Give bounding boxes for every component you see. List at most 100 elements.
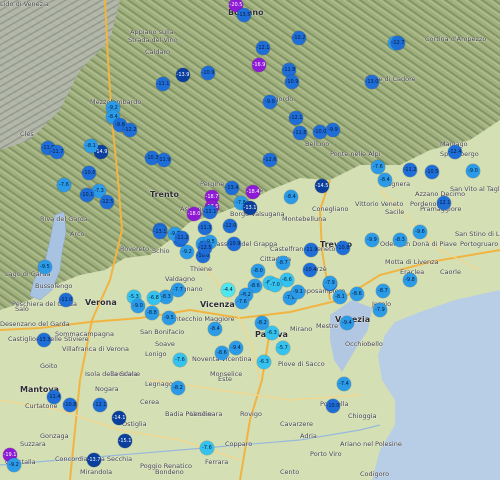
- place-label: Sacile: [385, 208, 405, 216]
- temperature-marker[interactable]: -6.3: [257, 355, 271, 369]
- temperature-marker[interactable]: -12.7: [391, 36, 405, 50]
- temperature-marker[interactable]: -12.5: [198, 241, 212, 255]
- place-label: Occhiobello: [345, 340, 383, 348]
- temperature-marker[interactable]: -10.2: [292, 31, 306, 45]
- temperature-marker[interactable]: -11.9: [157, 153, 171, 167]
- temperature-marker[interactable]: -8.1: [333, 290, 347, 304]
- temperature-marker[interactable]: -4.4: [221, 283, 235, 297]
- temperature-marker[interactable]: -11.7: [50, 145, 64, 159]
- temperature-marker[interactable]: -13.3: [37, 333, 51, 347]
- temperature-marker[interactable]: -8.0: [251, 264, 265, 278]
- temperature-marker[interactable]: -13.1: [153, 225, 167, 239]
- temperature-marker[interactable]: -10.0: [313, 125, 327, 139]
- temperature-marker[interactable]: -11.3: [198, 221, 212, 235]
- temperature-marker[interactable]: -8.3: [159, 290, 173, 304]
- temperature-marker[interactable]: -6.8: [147, 291, 161, 305]
- temperature-marker[interactable]: -9.2: [180, 245, 194, 259]
- temperature-marker[interactable]: -8.6: [350, 287, 364, 301]
- temperature-marker[interactable]: -10.9: [285, 75, 299, 89]
- temperature-marker[interactable]: -8.4: [378, 173, 392, 187]
- temperature-marker[interactable]: -7.6: [371, 160, 385, 174]
- temperature-marker[interactable]: -12.4: [448, 145, 462, 159]
- temperature-marker[interactable]: -8.7: [276, 256, 290, 270]
- temperature-marker[interactable]: -13.4: [225, 181, 239, 195]
- temperature-marker[interactable]: -14.5: [315, 179, 329, 193]
- temperature-marker[interactable]: -7.9: [323, 276, 337, 290]
- temperature-marker[interactable]: -11.2: [403, 163, 417, 177]
- temperature-marker[interactable]: -18.4: [246, 185, 260, 199]
- temperature-marker[interactable]: -7.6: [173, 353, 187, 367]
- temperature-marker[interactable]: -8.6: [215, 346, 229, 360]
- temperature-marker[interactable]: -7.6: [200, 441, 214, 455]
- temperature-marker[interactable]: -9.2: [7, 458, 21, 472]
- temperature-marker[interactable]: -10.5: [425, 165, 439, 179]
- temperature-marker[interactable]: -8.8: [145, 306, 159, 320]
- temperature-marker[interactable]: -9.5: [38, 260, 52, 274]
- temperature-marker[interactable]: -9.9: [263, 95, 277, 109]
- temperature-marker[interactable]: -11.9: [304, 243, 318, 257]
- temperature-marker[interactable]: -9.9: [365, 233, 379, 247]
- temperature-marker[interactable]: -13.9: [176, 68, 190, 82]
- temperature-marker[interactable]: -8.1: [84, 139, 98, 153]
- temperature-marker[interactable]: -13.7: [87, 453, 101, 467]
- temperature-marker[interactable]: -6.3: [265, 326, 279, 340]
- temperature-marker[interactable]: -12.1: [203, 205, 217, 219]
- temperature-marker[interactable]: -16.9: [252, 58, 266, 72]
- temperature-marker[interactable]: -14.1: [112, 411, 126, 425]
- temperature-marker[interactable]: -11.4: [47, 390, 61, 404]
- temperature-marker[interactable]: -8.2: [171, 381, 185, 395]
- temperature-marker[interactable]: -9.8: [403, 273, 417, 287]
- temperature-marker[interactable]: -9.1: [291, 285, 305, 299]
- temperature-marker[interactable]: -7.4: [337, 377, 351, 391]
- temperature-marker[interactable]: -15.1: [118, 434, 132, 448]
- temperature-marker[interactable]: -9.9: [326, 123, 340, 137]
- temperature-marker[interactable]: -10.1: [80, 188, 94, 202]
- temperature-marker[interactable]: -6.6: [280, 273, 294, 287]
- temperature-marker[interactable]: -12.1: [256, 41, 270, 55]
- temperature-marker[interactable]: -11.0: [59, 293, 73, 307]
- temperature-marker[interactable]: -12.6: [263, 153, 277, 167]
- temperature-marker[interactable]: -12.2: [123, 123, 137, 137]
- temperature-marker[interactable]: -8.4: [284, 190, 298, 204]
- temperature-marker[interactable]: -9.0: [466, 164, 480, 178]
- temperature-marker[interactable]: -5.7: [276, 341, 290, 355]
- temperature-marker[interactable]: -8.3: [393, 233, 407, 247]
- temperature-marker[interactable]: -13.1: [243, 201, 257, 215]
- map-view[interactable]: BolzanoAppiano sullaStrada del VinoCalda…: [0, 0, 500, 480]
- temperature-marker[interactable]: -7.6: [235, 295, 249, 309]
- temperature-marker[interactable]: -9.4: [340, 316, 354, 330]
- temperature-marker[interactable]: -9.4: [229, 341, 243, 355]
- temperature-marker[interactable]: -18.0: [187, 207, 201, 221]
- place-label: Bondeno: [155, 468, 184, 476]
- temperature-marker[interactable]: -13.0: [365, 75, 379, 89]
- temperature-marker[interactable]: -11.8: [293, 126, 307, 140]
- temperature-marker[interactable]: -10.4: [303, 263, 317, 277]
- temperature-marker[interactable]: -11.1: [156, 77, 170, 91]
- place-label: Adria: [300, 432, 317, 440]
- temperature-marker[interactable]: -13.5: [237, 8, 251, 22]
- temperature-marker[interactable]: -12.5: [100, 195, 114, 209]
- temperature-marker[interactable]: -7.6: [57, 178, 71, 192]
- temperature-marker[interactable]: -12.1: [289, 111, 303, 125]
- temperature-marker[interactable]: -10.8: [336, 241, 350, 255]
- temperature-marker[interactable]: -12.0: [223, 219, 237, 233]
- temperature-marker[interactable]: -7.7: [171, 283, 185, 297]
- place-label: Mirano: [290, 325, 313, 333]
- temperature-marker[interactable]: -12.1: [437, 196, 451, 210]
- temperature-marker[interactable]: -8.4: [208, 322, 222, 336]
- temperature-marker[interactable]: -9.0: [131, 299, 145, 313]
- temperature-marker[interactable]: -10.3: [145, 151, 159, 165]
- temperature-marker[interactable]: -9.5: [162, 311, 176, 325]
- place-label: Lendinara: [190, 410, 223, 418]
- temperature-marker[interactable]: -7.0: [268, 278, 282, 292]
- temperature-marker[interactable]: -9.6: [413, 225, 427, 239]
- temperature-marker[interactable]: -10.0: [326, 399, 340, 413]
- temperature-marker[interactable]: -8.7: [376, 284, 390, 298]
- temperature-marker[interactable]: -12.1: [93, 398, 107, 412]
- temperature-marker[interactable]: -10.6: [82, 166, 96, 180]
- temperature-marker[interactable]: -10.9: [227, 237, 241, 251]
- temperature-marker[interactable]: -10.9: [201, 66, 215, 80]
- temperature-marker[interactable]: -11.2: [175, 231, 189, 245]
- temperature-marker[interactable]: -10.8: [63, 398, 77, 412]
- temperature-marker[interactable]: -7.9: [373, 303, 387, 317]
